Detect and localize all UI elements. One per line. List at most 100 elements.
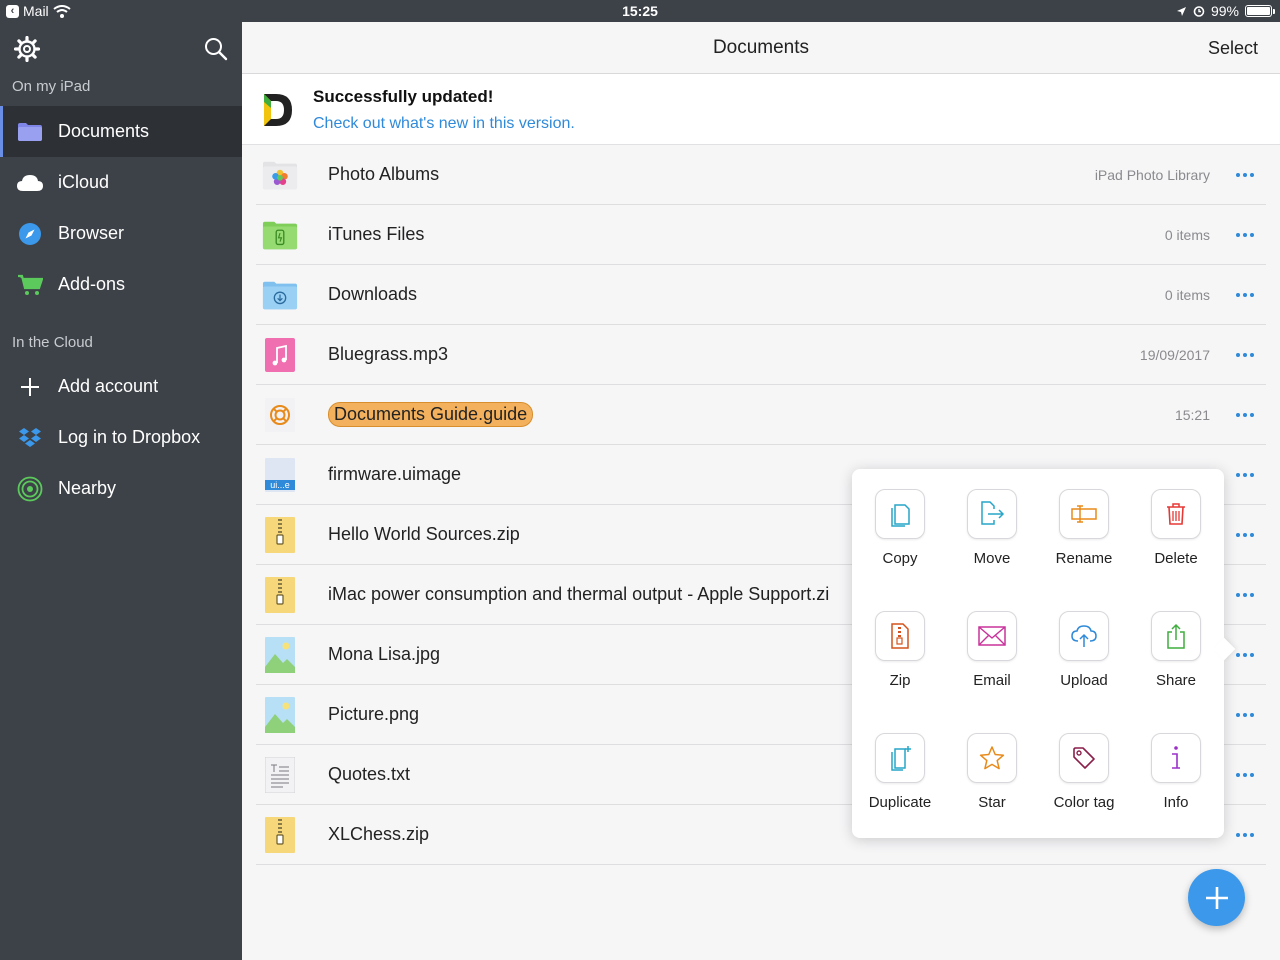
email-action[interactable]: Email [946, 611, 1038, 733]
zip-file-icon [262, 516, 298, 553]
action-label: Delete [1154, 550, 1198, 567]
star-icon [967, 733, 1017, 783]
sidebar-item-icloud[interactable]: iCloud [0, 157, 242, 208]
section-title-local: On my iPad [12, 78, 91, 95]
sidebar-item-addons[interactable]: Add-ons [0, 259, 242, 310]
action-label: Color tag [1053, 794, 1115, 811]
more-options-icon[interactable] [1236, 653, 1254, 657]
section-title-cloud: In the Cloud [12, 334, 93, 351]
select-button[interactable]: Select [1208, 38, 1258, 59]
status-bar: ‹ Mail 15:25 99% [0, 0, 1280, 22]
more-options-icon[interactable] [1236, 833, 1254, 837]
file-name: Bluegrass.mp3 [328, 344, 449, 364]
more-options-icon[interactable] [1236, 713, 1254, 717]
share-icon [1151, 611, 1201, 661]
plus-icon [16, 373, 44, 401]
info-action[interactable]: Info [1130, 733, 1222, 855]
update-banner[interactable]: Successfully updated! Check out what's n… [242, 74, 1280, 145]
more-options-icon[interactable] [1236, 413, 1254, 417]
move-action[interactable]: Move [946, 489, 1038, 611]
file-name: firmware.uimage [328, 464, 462, 484]
cart-icon [16, 271, 44, 299]
whats-new-link[interactable]: Check out what's new in this version. [313, 115, 575, 133]
file-name: Hello World Sources.zip [328, 524, 520, 544]
sidebar-item-add-account[interactable]: Add account [0, 361, 242, 412]
file-actions-popover: Copy Move Rename Delete Zip Email Upload… [852, 469, 1236, 838]
action-label: Move [973, 550, 1011, 567]
search-icon[interactable] [203, 36, 229, 62]
uimage-file-icon: ui...e [262, 457, 298, 493]
file-meta: iPad Photo Library [1094, 167, 1210, 183]
trash-icon [1151, 489, 1201, 539]
gear-icon[interactable] [14, 36, 40, 62]
action-label: Duplicate [868, 794, 932, 811]
info-icon [1151, 733, 1201, 783]
file-name: iMac power consumption and thermal outpu… [328, 584, 830, 604]
upload-cloud-icon [1059, 611, 1109, 661]
more-options-icon[interactable] [1236, 173, 1254, 177]
copy-action[interactable]: Copy [854, 489, 946, 611]
duplicate-action[interactable]: Duplicate [854, 733, 946, 855]
more-options-icon[interactable] [1236, 533, 1254, 537]
action-label: Copy [882, 550, 918, 567]
sidebar-item-documents[interactable]: Documents [0, 106, 242, 157]
file-row[interactable]: Photo Albums iPad Photo Library [256, 145, 1266, 205]
zip-icon [875, 611, 925, 661]
navbar: Documents Select [242, 22, 1280, 74]
sidebar-item-label: Browser [58, 223, 125, 243]
alarm-icon [1193, 6, 1205, 17]
file-row[interactable]: Documents Guide.guide 15:21 [256, 385, 1266, 445]
image-file-icon [262, 636, 298, 673]
tag-icon [1059, 733, 1109, 783]
more-options-icon[interactable] [1236, 593, 1254, 597]
zip-action[interactable]: Zip [854, 611, 946, 733]
share-action[interactable]: Share [1130, 611, 1222, 733]
compass-icon [16, 220, 44, 248]
sidebar-item-label: Nearby [58, 478, 117, 498]
downloads-folder-icon [262, 277, 298, 313]
plus-icon [1205, 886, 1228, 909]
dropbox-icon [16, 424, 44, 452]
banner-headline: Successfully updated! [313, 87, 494, 106]
action-label: Email [973, 672, 1011, 689]
more-options-icon[interactable] [1236, 473, 1254, 477]
more-options-icon[interactable] [1236, 233, 1254, 237]
file-meta: 0 items [1164, 287, 1210, 303]
action-label: Rename [1055, 550, 1113, 567]
star-action[interactable]: Star [946, 733, 1038, 855]
documents-logo-icon [264, 94, 292, 126]
file-meta: 15:21 [1174, 407, 1210, 423]
sidebar-item-nearby[interactable]: Nearby [0, 463, 242, 514]
more-options-icon[interactable] [1236, 293, 1254, 297]
delete-action[interactable]: Delete [1130, 489, 1222, 611]
zip-file-icon [262, 816, 298, 853]
action-label: Upload [1060, 672, 1108, 689]
rename-icon [1059, 489, 1109, 539]
duplicate-icon [875, 733, 925, 783]
color-tag-action[interactable]: Color tag [1038, 733, 1130, 855]
action-label: Zip [889, 672, 911, 689]
nearby-icon [16, 475, 44, 503]
music-file-icon [262, 337, 298, 373]
sidebar-item-label: Documents [58, 121, 150, 141]
more-options-icon[interactable] [1236, 353, 1254, 357]
sidebar-item-browser[interactable]: Browser [0, 208, 242, 259]
file-meta: 0 items [1164, 227, 1210, 243]
file-row[interactable]: Bluegrass.mp3 19/09/2017 [256, 325, 1266, 385]
sidebar-item-label: iCloud [58, 172, 110, 192]
action-label: Star [978, 794, 1006, 811]
file-row[interactable]: Downloads 0 items [256, 265, 1266, 325]
file-name: Mona Lisa.jpg [328, 644, 441, 664]
file-row[interactable]: iTunes Files 0 items [256, 205, 1266, 265]
more-options-icon[interactable] [1236, 773, 1254, 777]
rename-action[interactable]: Rename [1038, 489, 1130, 611]
cloud-icon [16, 169, 44, 197]
file-name: Quotes.txt [328, 764, 411, 784]
sidebar-item-dropbox[interactable]: Log in to Dropbox [0, 412, 242, 463]
folder-icon [16, 118, 44, 146]
file-meta: 19/09/2017 [1139, 347, 1210, 363]
add-button[interactable] [1188, 869, 1245, 926]
sidebar-item-label: Add account [58, 376, 159, 396]
photos-folder-icon [262, 157, 298, 193]
upload-action[interactable]: Upload [1038, 611, 1130, 733]
